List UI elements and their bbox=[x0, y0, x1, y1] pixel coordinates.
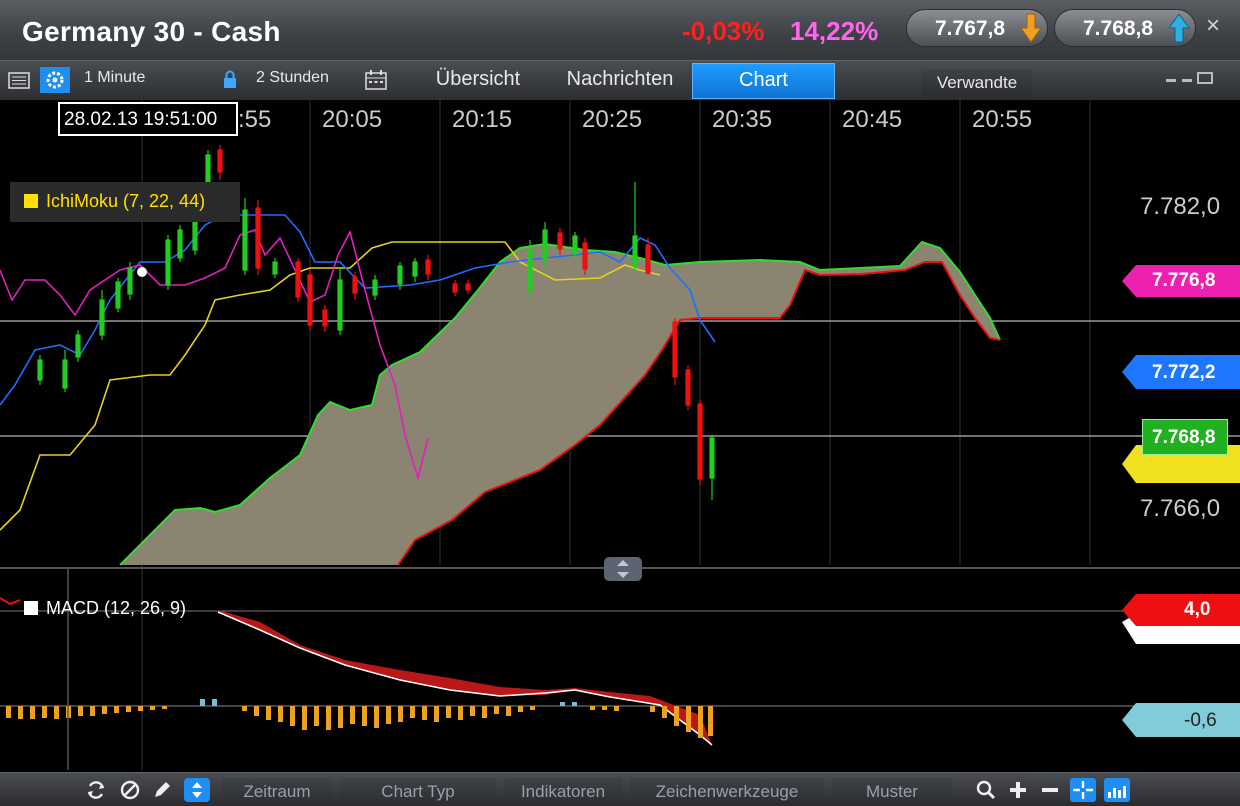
price-label: 7.782,0 bbox=[1140, 193, 1221, 220]
time-label: 20:25 bbox=[582, 106, 643, 133]
ichimoku-legend[interactable]: IchiMoku (7, 22, 44) bbox=[10, 182, 240, 222]
vertical-gridlines bbox=[141, 100, 1091, 770]
volume-bars-icon[interactable] bbox=[1104, 778, 1130, 802]
instrument-title: Germany 30 - Cash bbox=[22, 16, 281, 47]
price-label: 7.766,0 bbox=[1140, 495, 1221, 522]
sell-price-button[interactable]: 7.767,8 bbox=[906, 9, 1048, 47]
cursor-time-label: 28.02.13 19:51:00 bbox=[58, 102, 238, 136]
title-bar: Germany 30 - Cash -0,03% 14,22% 7.767,8 … bbox=[0, 0, 1240, 60]
sell-price: 7.767,8 bbox=[935, 17, 1006, 40]
time-label: :55 bbox=[238, 106, 272, 133]
tab-chart[interactable]: Chart bbox=[692, 63, 835, 99]
arrow-up-icon bbox=[1169, 13, 1190, 43]
ichimoku-cloud bbox=[120, 242, 1000, 565]
buy-price: 7.768,8 bbox=[1083, 17, 1154, 40]
macd-value: 4,0 bbox=[1184, 599, 1211, 620]
time-label: 20:35 bbox=[712, 106, 773, 133]
arrow-down-icon bbox=[1021, 13, 1042, 43]
time-label: 20:55 bbox=[972, 106, 1033, 133]
bottom-toolbar: Zeitraum Chart Typ Indikatoren Zeichenwe… bbox=[0, 772, 1240, 806]
price-tag-magenta-value: 7.776,8 bbox=[1152, 270, 1216, 291]
related-button[interactable]: Verwandte bbox=[922, 69, 1032, 97]
change-percent: -0,03% bbox=[682, 16, 765, 46]
list-icon[interactable] bbox=[8, 67, 30, 93]
price-tag-green-value: 7.768,8 bbox=[1152, 427, 1216, 448]
refresh-icon[interactable] bbox=[84, 778, 108, 802]
macd-label: MACD (12, 26, 9) bbox=[46, 598, 187, 618]
calendar-icon[interactable] bbox=[364, 67, 388, 93]
zoom-in-icon[interactable] bbox=[1006, 778, 1030, 802]
time-label: 20:15 bbox=[452, 106, 513, 133]
scroll-icon[interactable] bbox=[184, 778, 210, 802]
macd-histogram-positive bbox=[200, 699, 577, 706]
price-tag-blue-value: 7.772,2 bbox=[1152, 362, 1216, 383]
chart-toolbar: 1 Minute 2 Stunden Übersicht Nachrichten… bbox=[0, 60, 1240, 100]
tab-overview[interactable]: Übersicht bbox=[416, 63, 540, 99]
zoom-out-icon[interactable] bbox=[1038, 778, 1062, 802]
legend-swatch bbox=[24, 601, 38, 615]
window-controls-icon[interactable] bbox=[1164, 71, 1220, 85]
time-label: 20:05 bbox=[322, 106, 383, 133]
no-symbol-icon[interactable] bbox=[118, 778, 142, 802]
macd-legend[interactable]: MACD (12, 26, 9) bbox=[24, 598, 186, 619]
buy-price-button[interactable]: 7.768,8 bbox=[1054, 9, 1196, 47]
ichimoku-label: IchiMoku (7, 22, 44) bbox=[46, 191, 206, 211]
range-selector[interactable]: 2 Stunden bbox=[256, 69, 329, 87]
legend-swatch bbox=[24, 194, 38, 208]
close-icon[interactable]: × bbox=[1206, 12, 1220, 40]
macd-histogram-value: -0,6 bbox=[1184, 710, 1217, 731]
macd-value-tag bbox=[1122, 594, 1240, 644]
search-icon[interactable] bbox=[974, 778, 998, 802]
menu-indicators[interactable]: Indikatoren bbox=[504, 778, 622, 804]
crosshair-point bbox=[137, 267, 147, 277]
interval-selector[interactable]: 1 Minute bbox=[84, 69, 145, 87]
gear-icon[interactable] bbox=[40, 67, 70, 93]
menu-timeframe[interactable]: Zeitraum bbox=[222, 778, 332, 804]
menu-drawing-tools[interactable]: Zeichenwerkzeuge bbox=[630, 778, 824, 804]
menu-patterns[interactable]: Muster bbox=[832, 778, 952, 804]
tab-news[interactable]: Nachrichten bbox=[552, 63, 688, 99]
lock-icon[interactable] bbox=[222, 67, 238, 93]
crosshair-icon[interactable] bbox=[1070, 778, 1096, 802]
spread-percent: 14,22% bbox=[790, 16, 879, 46]
menu-chart-type[interactable]: Chart Typ bbox=[340, 778, 496, 804]
pencil-icon[interactable] bbox=[150, 778, 174, 802]
macd-histogram-tag bbox=[1122, 703, 1240, 737]
time-label: 20:45 bbox=[842, 106, 903, 133]
macd-histogram bbox=[6, 706, 713, 738]
